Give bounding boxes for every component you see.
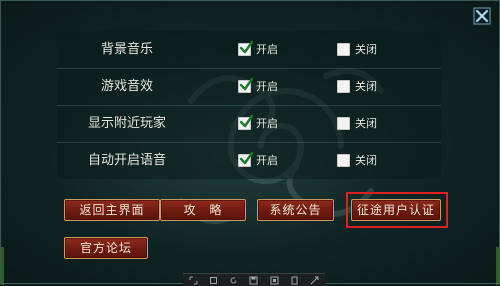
right-edge-strip [496,247,499,285]
screenshot-toolbar [183,273,325,286]
settings-dialog: 背景音乐 开启 关闭 游戏音效 开启 关闭 显示附近玩家 开启 关闭 自动开启语… [0,0,500,286]
bgm-on-option[interactable]: 开启 [238,40,278,57]
left-edge-strip [1,247,4,285]
setting-row-bgm: 背景音乐 开启 关闭 [57,31,441,69]
sfx-on-option[interactable]: 开启 [238,77,278,94]
save-icon[interactable] [249,276,258,285]
rotate-icon[interactable] [229,276,238,285]
return-main-button[interactable]: 返回主界面 [64,199,160,221]
nearby-on-option[interactable]: 开启 [238,114,278,131]
bgm-off-option[interactable]: 关闭 [337,41,377,57]
setting-label: 自动开启语音 [87,153,166,168]
checkmark-icon [239,77,254,90]
checkbox-unchecked[interactable] [337,42,350,56]
announcement-button[interactable]: 系统公告 [257,199,334,221]
strategy-button[interactable]: 攻 略 [160,199,246,221]
close-icon[interactable] [473,7,491,25]
checkbox-checked[interactable] [238,40,254,56]
checkmark-icon [239,40,254,53]
checkbox-checked[interactable] [238,151,254,167]
option-label: 开启 [256,43,278,56]
option-label: 开启 [256,154,278,167]
checkbox-checked[interactable] [238,114,254,130]
copy-icon[interactable] [290,276,299,285]
checkbox-unchecked[interactable] [337,79,350,93]
nearby-off-option[interactable]: 关闭 [337,115,377,131]
sfx-off-option[interactable]: 关闭 [337,78,377,94]
checkbox-unchecked[interactable] [337,153,350,167]
option-label: 关闭 [355,117,377,130]
official-forum-button[interactable]: 官方论坛 [64,237,148,259]
option-label: 关闭 [355,43,377,56]
checkbox-unchecked[interactable] [337,116,350,130]
setting-row-nearby-players: 显示附近玩家 开启 关闭 [57,105,441,143]
crop-icon[interactable] [209,276,218,285]
setting-row-auto-voice: 自动开启语音 开启 关闭 [57,142,441,179]
checkbox-checked[interactable] [238,77,254,93]
checkmark-icon [239,114,254,127]
settings-list: 背景音乐 开启 关闭 游戏音效 开启 关闭 显示附近玩家 开启 关闭 自动开启语… [57,31,441,179]
setting-row-sfx: 游戏音效 开启 关闭 [57,68,441,106]
setting-label: 游戏音效 [100,79,153,94]
voice-off-option[interactable]: 关闭 [337,152,377,168]
checkmark-icon [239,151,254,164]
option-label: 关闭 [355,154,377,167]
option-label: 关闭 [355,80,377,93]
setting-label: 显示附近玩家 [87,116,166,131]
voice-on-option[interactable]: 开启 [238,151,278,168]
highlight-box [346,192,448,228]
fit-size-icon[interactable] [189,276,198,285]
option-label: 开启 [256,80,278,93]
setting-label: 背景音乐 [100,42,153,57]
frame-icon[interactable] [270,276,279,285]
share-icon[interactable] [310,276,319,285]
option-label: 开启 [256,117,278,130]
